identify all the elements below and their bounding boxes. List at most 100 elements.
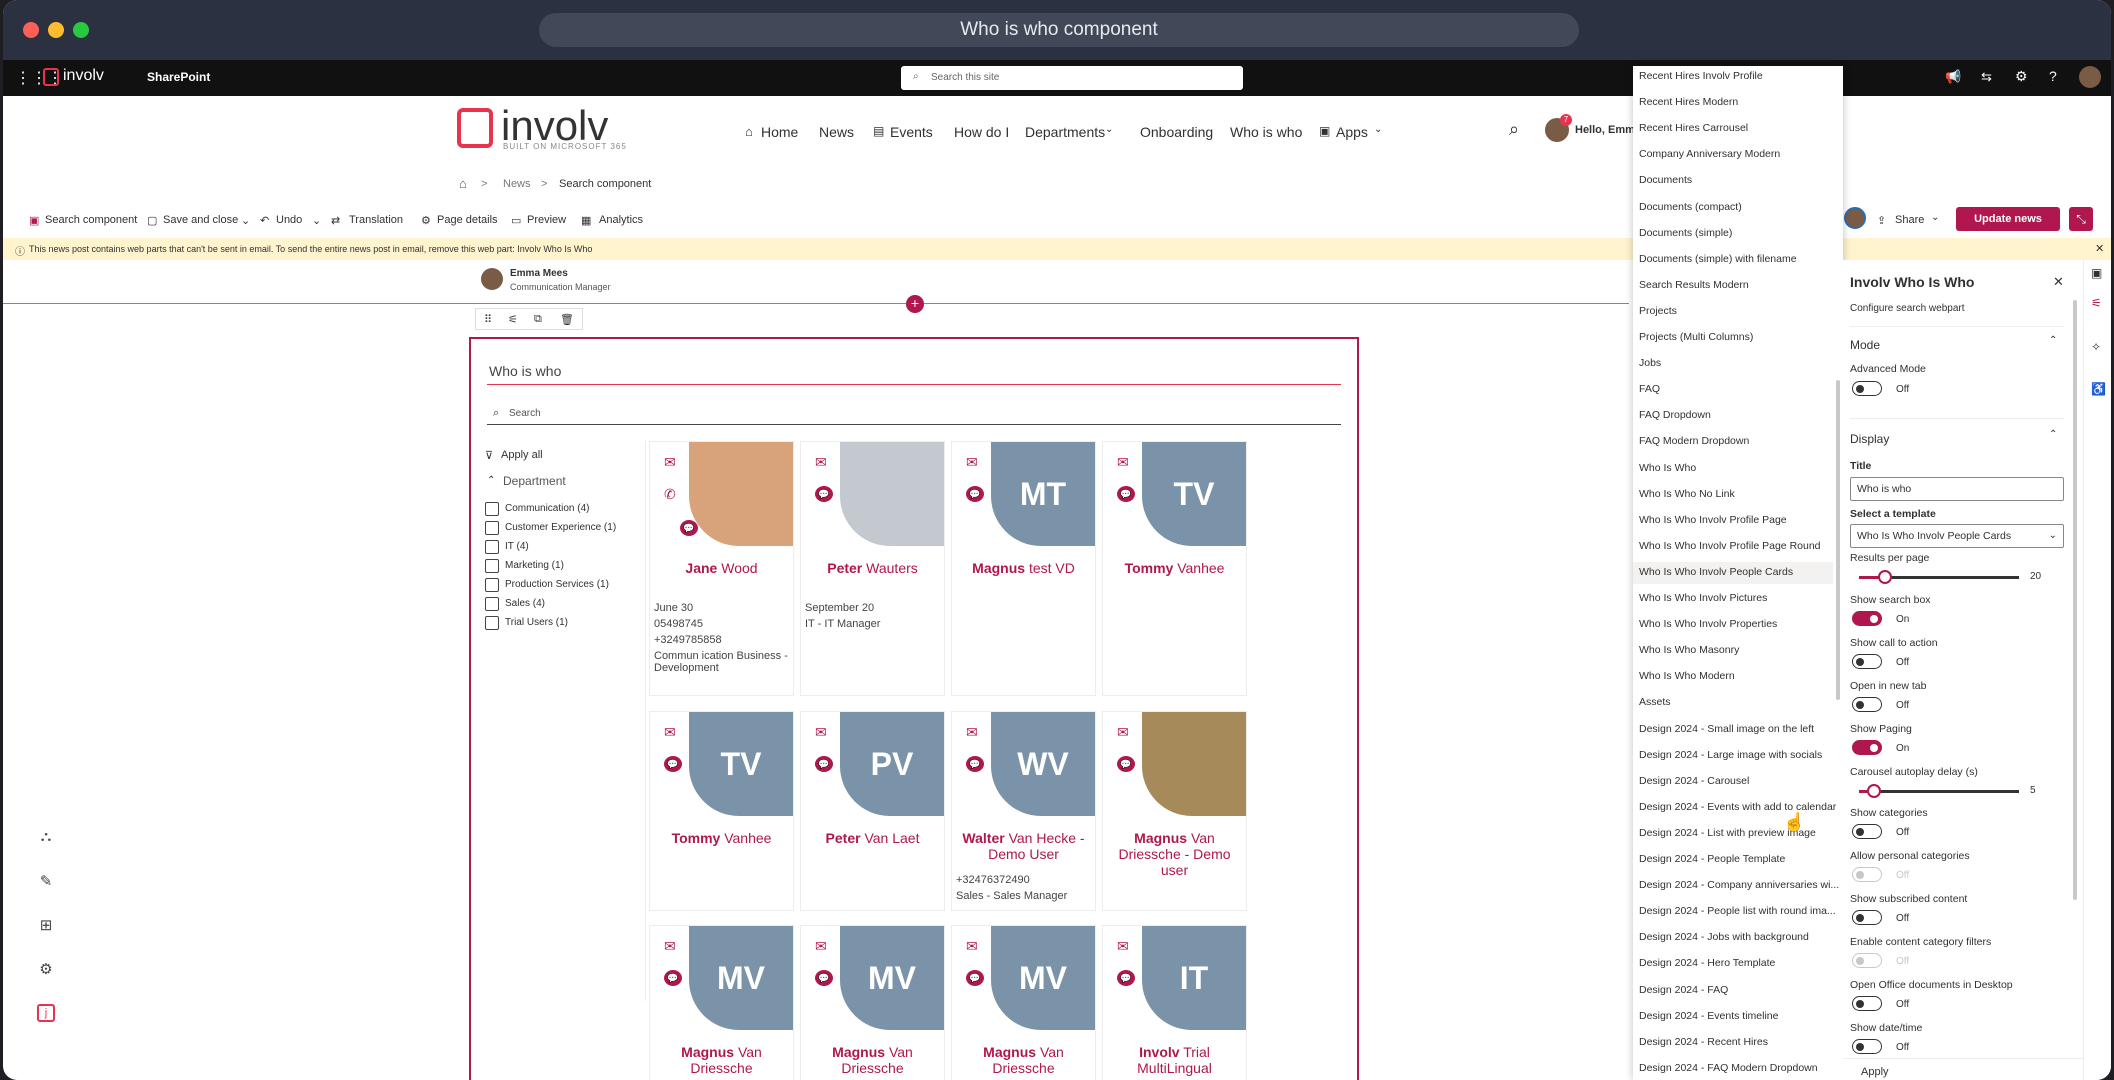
mail-icon[interactable]: ✉ <box>1117 938 1129 955</box>
template-option[interactable]: Search Results Modern <box>1639 279 1749 291</box>
translate-icon[interactable]: ⛬ <box>37 828 55 846</box>
chevron-down-icon[interactable]: ⌄ <box>1931 212 1939 223</box>
mail-icon[interactable]: ✉ <box>966 938 978 955</box>
person-name[interactable]: Walter Van Hecke - Demo User <box>952 830 1095 862</box>
mode-group-header[interactable]: Mode <box>1850 338 1880 352</box>
mail-icon[interactable]: ✉ <box>815 938 827 955</box>
template-option[interactable]: Who Is Who Involv Properties <box>1639 618 1777 630</box>
person-name[interactable]: Magnus Van Driessche <box>801 1044 944 1076</box>
toggle-switch[interactable] <box>1852 824 1882 839</box>
nav-news[interactable]: News <box>819 124 854 140</box>
advanced-mode-toggle[interactable] <box>1852 381 1882 396</box>
mail-icon[interactable]: ✉ <box>1117 724 1129 741</box>
chevron-up-icon[interactable]: ⌃ <box>487 475 495 486</box>
template-option[interactable]: Design 2024 - FAQ Modern Dropdown <box>1639 1062 1818 1074</box>
settings-gear-icon[interactable]: ⚙ <box>2015 68 2028 85</box>
suite-app-name[interactable]: SharePoint <box>147 70 210 84</box>
person-card[interactable]: ✉ 💬 ✆ Jane Wood June 30 05498745 +3249785858 Co… <box>649 441 794 696</box>
chat-icon[interactable]: 💬 <box>664 970 682 986</box>
toggle-switch[interactable] <box>1852 654 1882 669</box>
editor-avatar[interactable] <box>1844 207 1866 229</box>
chat-icon[interactable]: 💬 <box>1117 970 1135 986</box>
template-option[interactable]: Design 2024 - Events timeline <box>1639 1010 1779 1022</box>
person-name[interactable]: Magnus test VD <box>952 560 1095 576</box>
chat-icon[interactable]: 💬 <box>966 486 984 502</box>
person-name[interactable]: Tommy Vanhee <box>650 830 793 846</box>
template-option[interactable]: Jobs <box>1639 357 1661 369</box>
nav-who-is-who[interactable]: Who is who <box>1230 124 1302 140</box>
template-option[interactable]: Documents (simple) with filename <box>1639 253 1797 265</box>
chevron-up-icon[interactable]: ⌃ <box>2049 335 2057 346</box>
people-search-input[interactable]: ⌕ Search <box>487 403 1341 425</box>
filter-label[interactable]: Marketing (1) <box>505 560 564 571</box>
mail-icon[interactable]: ✉ <box>664 724 676 741</box>
nav-onboarding[interactable]: Onboarding <box>1140 124 1213 140</box>
page-details-button[interactable]: Page details <box>437 214 498 226</box>
chat-icon[interactable]: 💬 <box>664 756 682 772</box>
results-per-page-slider[interactable] <box>1859 570 2019 584</box>
delete-icon[interactable]: 🗑 <box>560 313 574 326</box>
title-input[interactable]: Who is who <box>1850 477 2064 501</box>
template-option[interactable]: Design 2024 - Events with add to calenda… <box>1639 801 1836 813</box>
chat-icon[interactable]: 💬 <box>1117 756 1135 772</box>
person-name[interactable]: Peter Van Laet <box>801 830 944 846</box>
chat-icon[interactable]: 💬 <box>815 756 833 772</box>
person-name[interactable]: Involv Trial MultiLingual <box>1103 1044 1246 1076</box>
chat-icon[interactable]: 💬 <box>966 970 984 986</box>
user-avatar[interactable] <box>2079 66 2101 88</box>
chat-icon[interactable]: 💬 <box>815 970 833 986</box>
template-option[interactable]: Design 2024 - People list with round ima… <box>1639 905 1836 917</box>
person-card[interactable]: PV ✉ 💬 Peter Van Laet <box>800 711 945 911</box>
carousel-delay-slider[interactable] <box>1859 784 2019 798</box>
chat-icon[interactable]: 💬 <box>815 486 833 502</box>
template-option[interactable]: Who Is Who <box>1639 462 1696 474</box>
apply-button[interactable]: Apply <box>1861 1066 1889 1078</box>
filter-checkbox[interactable] <box>485 521 499 535</box>
chat-icon[interactable]: 💬 <box>680 520 698 536</box>
edit-page-icon[interactable]: ✎ <box>37 872 55 890</box>
edit-properties-icon[interactable]: ⚟ <box>508 313 518 326</box>
toggle-switch[interactable] <box>1852 910 1882 925</box>
webpart-title[interactable]: Who is who <box>489 363 561 379</box>
person-card[interactable]: ✉ 💬 Peter Wauters September 20 IT - IT Manag… <box>800 441 945 696</box>
add-section-button[interactable]: + <box>906 295 924 313</box>
nav-how-do-i[interactable]: How do I <box>954 124 1009 140</box>
person-card[interactable]: MV ✉ 💬 Magnus Van Driessche <box>649 925 794 1080</box>
mail-icon[interactable]: ✉ <box>815 454 827 471</box>
toggle-switch[interactable] <box>1852 697 1882 712</box>
template-option[interactable]: FAQ <box>1639 383 1660 395</box>
template-option[interactable]: Assets <box>1639 696 1671 708</box>
collapse-icon[interactable]: ⤡ <box>2069 207 2093 231</box>
toggle-switch[interactable] <box>1852 611 1882 626</box>
template-option[interactable]: Design 2024 - Company anniversaries wi..… <box>1639 879 1839 891</box>
person-card[interactable]: MT ✉ 💬 Magnus test VD <box>951 441 1096 696</box>
drag-handle-icon[interactable]: ⠿ <box>484 313 492 326</box>
template-option[interactable]: Design 2024 - People Template <box>1639 853 1785 865</box>
duplicate-icon[interactable]: ⧉ <box>534 313 542 326</box>
person-card[interactable]: TV ✉ 💬 Tommy Vanhee <box>649 711 794 911</box>
nav-departments[interactable]: Departments <box>1025 124 1105 140</box>
person-name[interactable]: Tommy Vanhee <box>1103 560 1246 576</box>
mail-icon[interactable]: ✉ <box>664 454 676 471</box>
design-icon[interactable]: ✧ <box>2091 340 2101 354</box>
template-option[interactable]: Recent Hires Modern <box>1639 96 1738 108</box>
analytics-button[interactable]: Analytics <box>599 214 643 226</box>
toolbox-icon[interactable]: ▣ <box>2091 266 2102 280</box>
filter-label[interactable]: Trial Users (1) <box>505 617 568 628</box>
department-filter-heading[interactable]: Department <box>503 474 566 488</box>
template-option[interactable]: Projects (Multi Columns) <box>1639 331 1753 343</box>
home-icon[interactable]: ⌂ <box>459 176 467 191</box>
share-icon[interactable]: ⇆ <box>1981 69 1992 85</box>
template-option[interactable]: Who Is Who Involv People Cards <box>1639 566 1793 578</box>
site-search-input[interactable]: ⌕ Search this site <box>901 66 1243 90</box>
close-icon[interactable]: ✕ <box>2095 242 2104 255</box>
person-name[interactable]: Jane Wood <box>650 560 793 576</box>
person-card[interactable]: IT ✉ 💬 Involv Trial MultiLingual <box>1102 925 1247 1080</box>
mail-icon[interactable]: ✉ <box>664 938 676 955</box>
filter-checkbox[interactable] <box>485 616 499 630</box>
update-news-button[interactable]: Update news <box>1956 207 2060 231</box>
maximize-window-button[interactable] <box>73 22 89 38</box>
template-option[interactable]: FAQ Modern Dropdown <box>1639 435 1749 447</box>
filter-label[interactable]: Production Services (1) <box>505 579 609 590</box>
apply-all-button[interactable]: Apply all <box>501 449 543 461</box>
